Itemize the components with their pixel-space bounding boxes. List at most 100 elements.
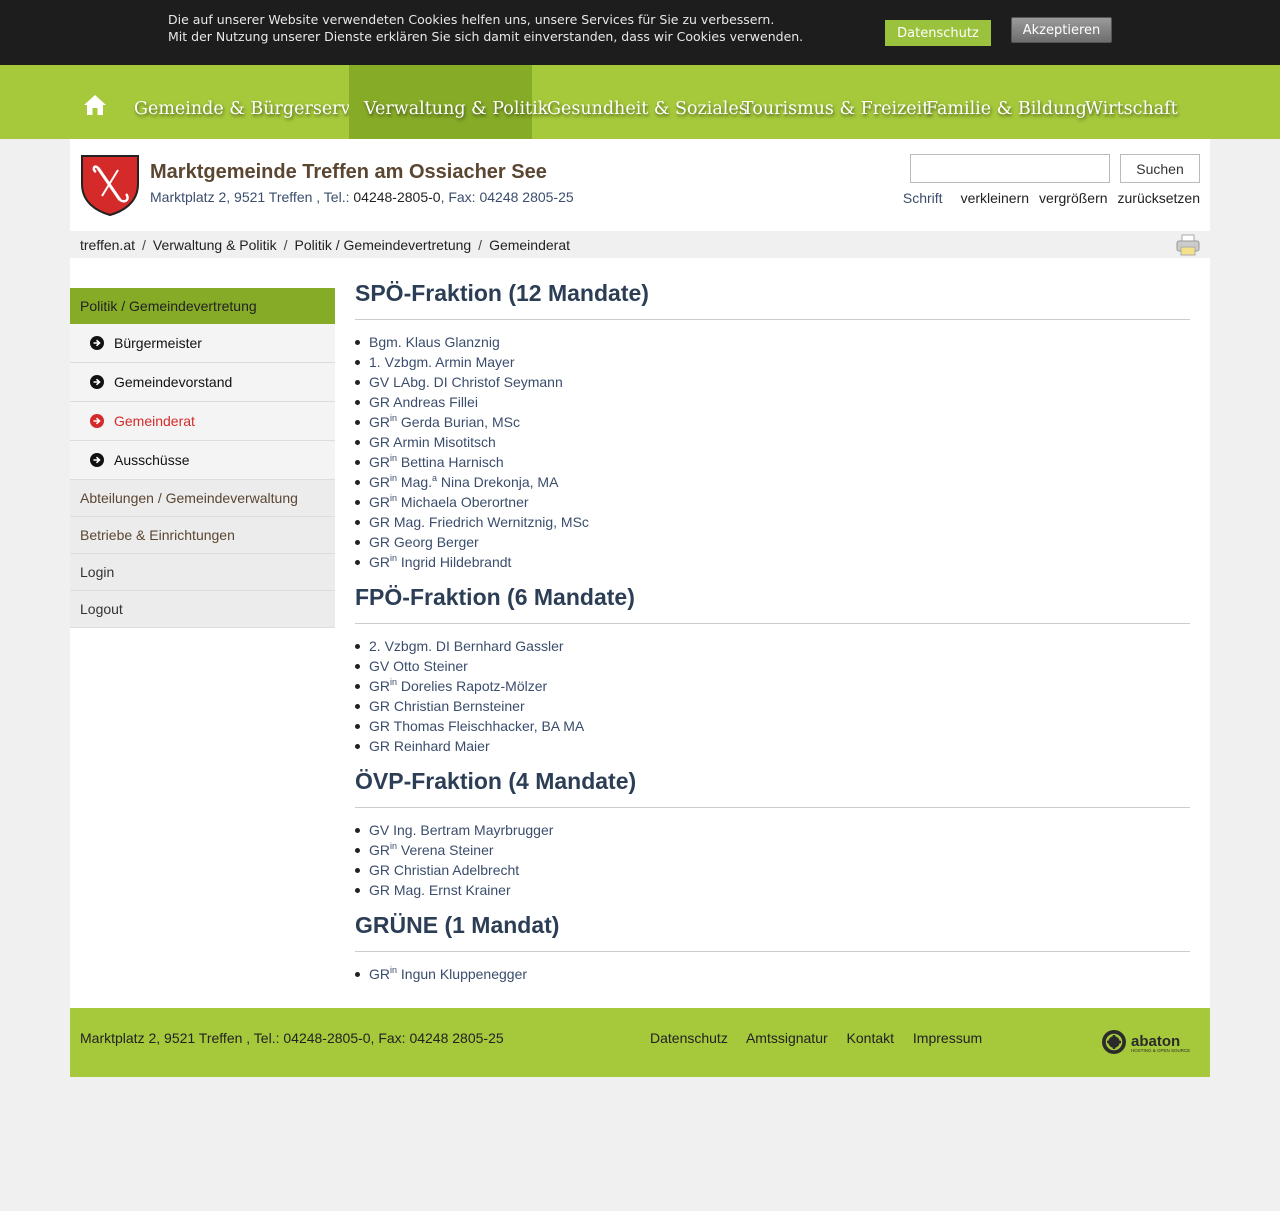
faction-section: GRÜNE (1 Mandat) GRin Ingun Kluppenegger — [355, 900, 1190, 984]
sidebar-item-abteilungen[interactable]: Abteilungen / Gemeindeverwaltung — [70, 480, 335, 517]
member-list-item: GR Georg Berger — [355, 532, 1190, 552]
member-name-text: GR Mag. Friedrich Wernitznig, MSc — [369, 514, 589, 530]
member-name-text: Gerda Burian, MSc — [397, 414, 520, 430]
sidebar-item-betriebe[interactable]: Betriebe & Einrichtungen — [70, 517, 335, 554]
footer-link-amtssignatur[interactable]: Amtssignatur — [746, 1030, 828, 1046]
phone-number: 04248-2805-0 — [353, 189, 441, 205]
font-smaller-link[interactable]: verkleinern — [961, 190, 1029, 206]
breadcrumb-current: Gemeinderat — [489, 236, 570, 253]
cookie-privacy-button[interactable]: Datenschutz — [885, 20, 991, 46]
nav-gesundheit-soziales[interactable]: Gesundheit & Soziales — [547, 65, 748, 139]
font-reset-link[interactable]: zurücksetzen — [1118, 190, 1200, 206]
sidebar-subitem-label: Gemeinderat — [114, 413, 195, 429]
member-name-text: Michaela Oberortner — [397, 494, 529, 510]
footer-links: Datenschutz Amtssignatur Kontakt Impress… — [650, 1030, 997, 1046]
arrow-circle-right-icon — [90, 375, 104, 389]
member-title-suffix: in — [390, 473, 398, 483]
site-header: Marktgemeinde Treffen am Ossiacher See M… — [70, 139, 1210, 231]
main-nav: Gemeinde & Bürgerservice Verwaltung & Po… — [0, 65, 1280, 139]
breadcrumb-separator: / — [283, 236, 288, 253]
member-name-text: GR Andreas Fillei — [369, 394, 478, 410]
arrow-circle-right-icon — [90, 414, 104, 428]
cookie-bar: Die auf unserer Website verwendeten Cook… — [0, 0, 1280, 65]
nav-tourismus-freizeit[interactable]: Tourismus & Freizeit — [742, 65, 929, 139]
member-name-text: GR — [369, 494, 390, 510]
site-footer: Marktplatz 2, 9521 Treffen , Tel.: 04248… — [70, 1008, 1210, 1077]
faction-heading: ÖVP-Fraktion (4 Mandate) — [355, 756, 1190, 808]
sidebar-subitem-buergermeister[interactable]: Bürgermeister — [70, 324, 335, 363]
member-name-text: GR Reinhard Maier — [369, 738, 490, 754]
sidebar-subitem-ausschuesse[interactable]: Ausschüsse — [70, 441, 335, 480]
sidebar-item-politik[interactable]: Politik / Gemeindevertretung — [70, 288, 335, 324]
member-list-item: Bgm. Klaus Glanznig — [355, 332, 1190, 352]
member-list-item: GRin Michaela Oberortner — [355, 492, 1190, 512]
nav-wirtschaft[interactable]: Wirtschaft — [1085, 65, 1178, 139]
footer-link-impressum[interactable]: Impressum — [913, 1030, 982, 1046]
nav-familie-bildung[interactable]: Familie & Bildung — [926, 65, 1087, 139]
member-name-text: 2. Vzbgm. DI Bernhard Gassler — [369, 638, 564, 654]
nav-verwaltung-politik[interactable]: Verwaltung & Politik — [349, 65, 548, 139]
sidebar: Politik / Gemeindevertretung Bürgermeist… — [70, 288, 335, 628]
cookie-accept-button[interactable]: Akzeptieren — [1011, 17, 1112, 43]
member-name-text: GR Georg Berger — [369, 534, 479, 550]
search-input[interactable] — [910, 154, 1110, 183]
member-list-item: GV LAbg. DI Christof Seymann — [355, 372, 1190, 392]
member-name-text: GR — [369, 474, 390, 490]
member-title-suffix: in — [390, 677, 398, 687]
sidebar-item-login[interactable]: Login — [70, 554, 335, 591]
member-list-item: 1. Vzbgm. Armin Mayer — [355, 352, 1190, 372]
member-name-text: Ingrid Hildebrandt — [397, 554, 512, 570]
font-size-label: Schrift — [902, 190, 943, 206]
sidebar-subitem-label: Gemeindevorstand — [114, 374, 233, 390]
font-larger-link[interactable]: vergrößern — [1039, 190, 1107, 206]
nav-gemeinde-buergerservice[interactable]: Gemeinde & Bürgerservice — [134, 65, 376, 139]
member-list-item: GR Reinhard Maier — [355, 736, 1190, 756]
member-list-item: GRin Mag.a Nina Drekonja, MA — [355, 472, 1190, 492]
site-title: Marktgemeinde Treffen am Ossiacher See — [150, 161, 547, 183]
member-title-suffix: in — [390, 493, 398, 503]
breadcrumb: treffen.at / Verwaltung & Politik / Poli… — [70, 231, 1210, 258]
member-name-text: GR — [369, 966, 390, 982]
member-name-text: Mag. — [397, 474, 433, 490]
cookie-text-line1: Die auf unserer Website verwendeten Cook… — [168, 12, 775, 27]
member-name-text: GR — [369, 678, 390, 694]
member-list-item: GRin Verena Steiner — [355, 840, 1190, 860]
member-title-suffix: in — [390, 553, 398, 563]
site-address: Marktplatz 2, 9521 Treffen , Tel.: 04248… — [150, 189, 574, 205]
member-name-text: GR Mag. Ernst Krainer — [369, 882, 511, 898]
member-name-text: GR — [369, 414, 390, 430]
member-list-item: GR Armin Misotitsch — [355, 432, 1190, 452]
faction-section: FPÖ-Fraktion (6 Mandate) 2. Vzbgm. DI Ber… — [355, 572, 1190, 756]
sidebar-subitem-gemeindevorstand[interactable]: Gemeindevorstand — [70, 363, 335, 402]
cookie-text: Die auf unserer Website verwendeten Cook… — [168, 11, 803, 45]
member-list-item: GRin Dorelies Rapotz-Mölzer — [355, 676, 1190, 696]
member-name-text: GV Otto Steiner — [369, 658, 468, 674]
abaton-logo[interactable]: abaton HOSTING & OPEN SOURCE — [1101, 1027, 1201, 1059]
member-name-text: GR — [369, 842, 390, 858]
member-list: Bgm. Klaus Glanznig 1. Vzbgm. Armin Mayer… — [355, 332, 1190, 572]
member-list-item: GRin Gerda Burian, MSc — [355, 412, 1190, 432]
member-list-item: GR Andreas Fillei — [355, 392, 1190, 412]
member-list: GRin Ingun Kluppenegger — [355, 964, 1190, 984]
sidebar-subitem-gemeinderat[interactable]: Gemeinderat — [70, 402, 335, 441]
search-button[interactable]: Suchen — [1120, 154, 1200, 183]
breadcrumb-politik[interactable]: Politik / Gemeindevertretung — [295, 237, 472, 253]
member-list-item: GV Otto Steiner — [355, 656, 1190, 676]
member-title-suffix: in — [390, 413, 398, 423]
coat-of-arms-icon[interactable] — [80, 154, 140, 217]
member-name-text: GR Christian Bernsteiner — [369, 698, 525, 714]
member-list-item: GR Christian Bernsteiner — [355, 696, 1190, 716]
member-list-item: GR Christian Adelbrecht — [355, 860, 1190, 880]
home-icon[interactable] — [82, 93, 108, 117]
member-list: 2. Vzbgm. DI Bernhard Gassler GV Otto Ste… — [355, 636, 1190, 756]
print-icon[interactable] — [1176, 234, 1200, 256]
footer-link-datenschutz[interactable]: Datenschutz — [650, 1030, 728, 1046]
footer-link-kontakt[interactable]: Kontakt — [847, 1030, 894, 1046]
member-list-item: GV Ing. Bertram Mayrbrugger — [355, 820, 1190, 840]
sidebar-item-logout[interactable]: Logout — [70, 591, 335, 628]
faction-heading: FPÖ-Fraktion (6 Mandate) — [355, 572, 1190, 624]
member-list-item: GR Mag. Friedrich Wernitznig, MSc — [355, 512, 1190, 532]
breadcrumb-verwaltung[interactable]: Verwaltung & Politik — [153, 237, 277, 253]
cookie-text-line2: Mit der Nutzung unserer Dienste erklären… — [168, 29, 804, 44]
breadcrumb-home[interactable]: treffen.at — [80, 237, 135, 253]
